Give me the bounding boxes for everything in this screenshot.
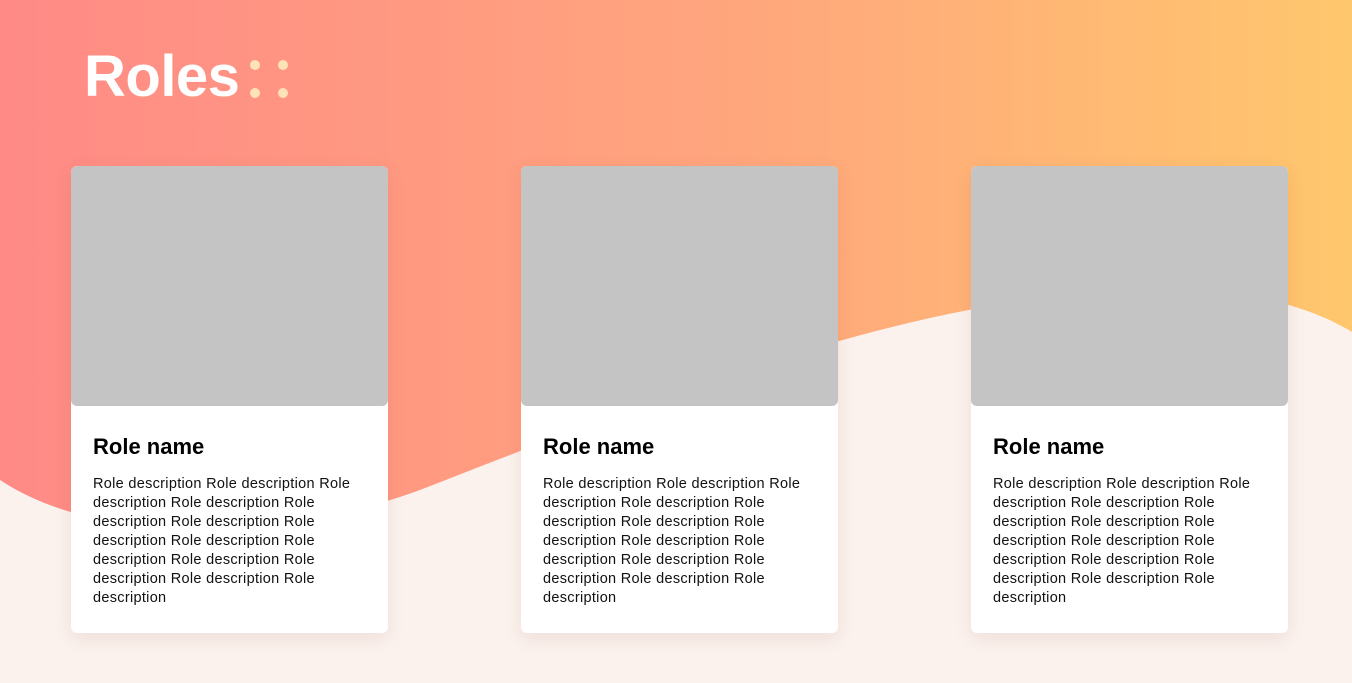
role-description: Role description Role description Role d… [543, 476, 801, 606]
page-title: Roles [84, 44, 240, 109]
role-description: Role description Role description Role d… [93, 476, 351, 606]
role-name: Role name [543, 434, 655, 459]
role-description: Role description Role description Role d… [993, 476, 1251, 606]
decorative-dots-icon [248, 58, 292, 100]
role-card-1[interactable]: Role name Role description Role descript… [71, 166, 388, 633]
role-name: Role name [93, 434, 205, 459]
role-image-placeholder [521, 166, 838, 406]
role-card-3[interactable]: Role name Role description Role descript… [971, 166, 1288, 633]
role-name: Role name [993, 434, 1105, 459]
role-image-placeholder [971, 166, 1288, 406]
role-image-placeholder [71, 166, 388, 406]
role-card-2[interactable]: Role name Role description Role descript… [521, 166, 838, 633]
